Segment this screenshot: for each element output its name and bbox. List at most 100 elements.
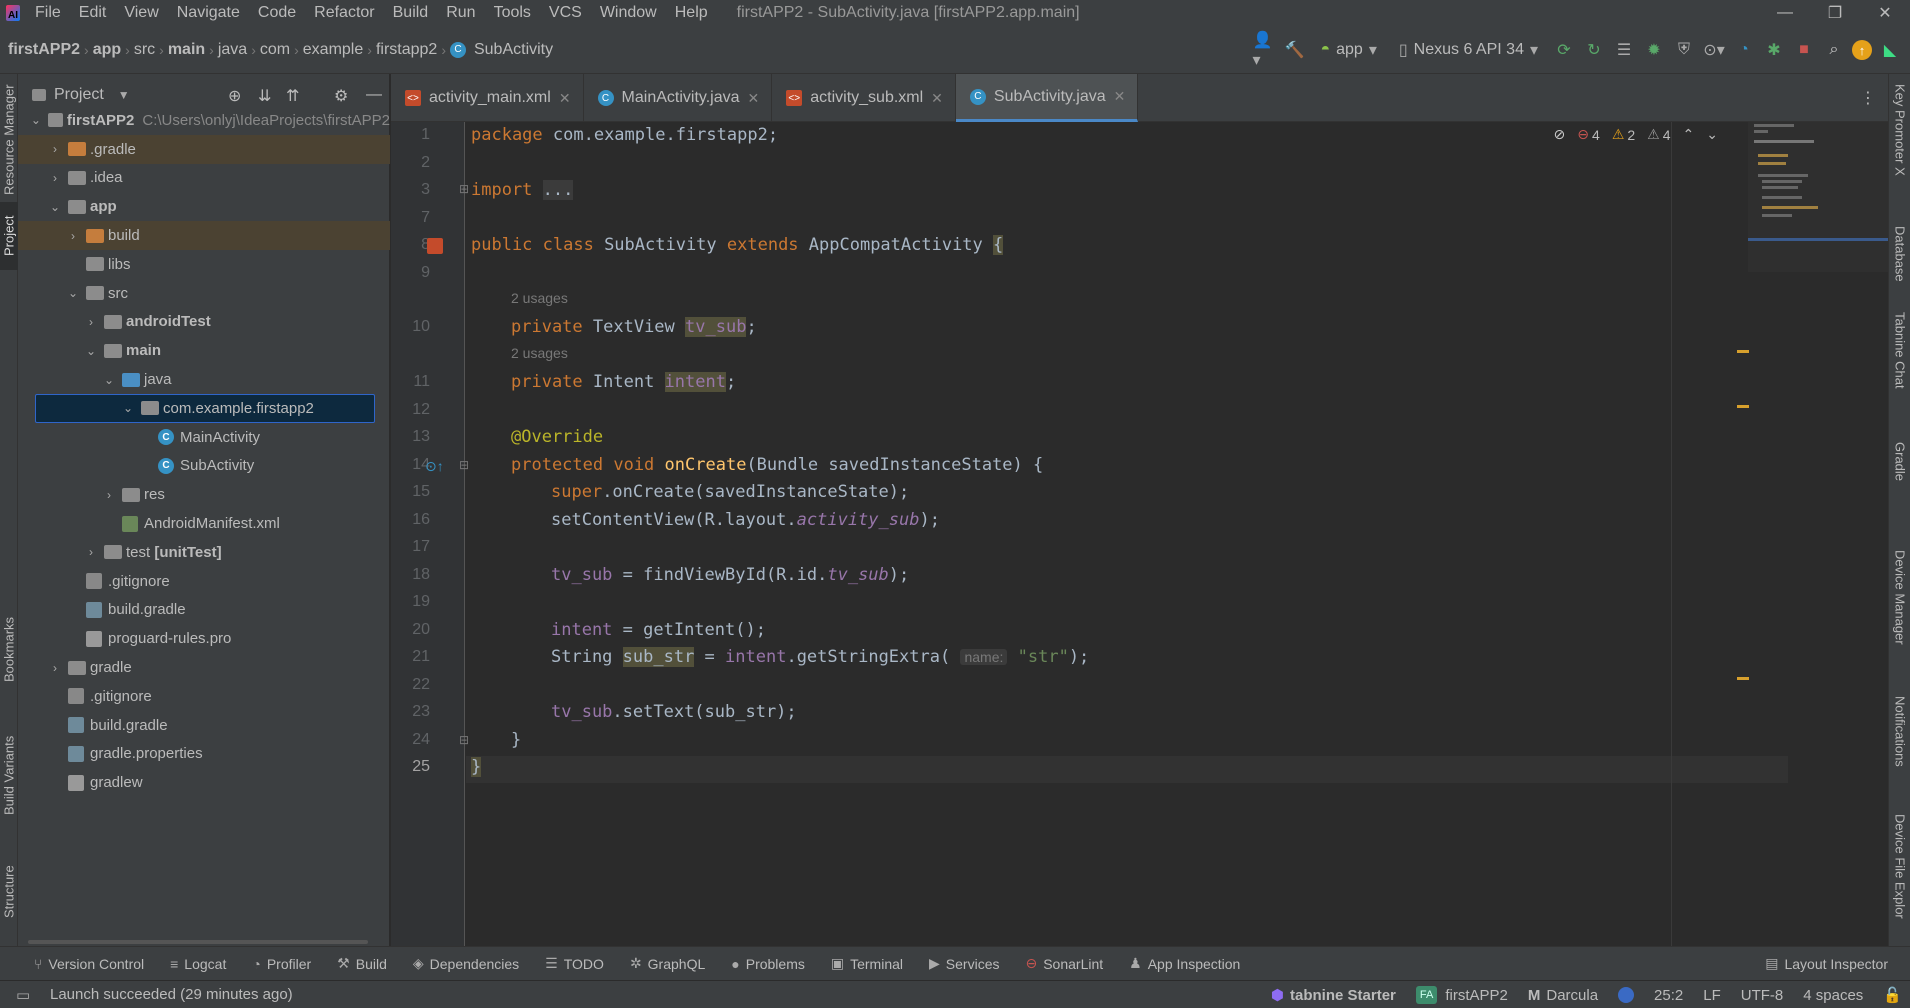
structure-tab[interactable]: Structure — [0, 852, 18, 932]
build-variants-tab[interactable]: Build Variants — [0, 720, 18, 830]
breadcrumb-src[interactable]: src — [130, 41, 159, 59]
device-file-explorer-tab[interactable]: Device File Explor — [1891, 814, 1909, 944]
project-widget[interactable]: FA firstAPP2 — [1415, 986, 1508, 1004]
notifications-tab[interactable]: Notifications — [1891, 696, 1909, 796]
tree-item[interactable]: › res — [18, 480, 390, 509]
menu-window[interactable]: Window — [591, 0, 666, 26]
warning-stripe-mark[interactable] — [1737, 350, 1749, 353]
close-icon[interactable]: ✕ — [931, 90, 943, 107]
tree-item[interactable]: gradle.properties — [18, 740, 390, 769]
tree-item[interactable]: ⌄ com.example.firstapp2 — [35, 394, 375, 423]
toggle-tool-windows-icon[interactable]: ▭ — [16, 986, 30, 1004]
tab-mainactivity-java[interactable]: C MainActivity.java ✕ — [584, 74, 773, 122]
tree-item[interactable]: C MainActivity — [18, 423, 390, 452]
tree-item[interactable]: .gitignore — [18, 682, 390, 711]
key-promoter-tab[interactable]: Key Promoter X — [1891, 84, 1909, 194]
breadcrumb-java[interactable]: java — [214, 41, 251, 59]
tree-item[interactable]: ⌄ app — [18, 192, 390, 221]
line-separator[interactable]: LF — [1703, 987, 1721, 1004]
menu-help[interactable]: Help — [666, 0, 717, 26]
chevron-right-icon[interactable]: › — [66, 229, 80, 243]
tree-item[interactable]: AndroidManifest.xml — [18, 509, 390, 538]
chevron-right-icon[interactable]: › — [102, 488, 116, 502]
tree-item[interactable]: .gitignore — [18, 567, 390, 596]
collapse-all-icon[interactable]: ⇈ — [286, 86, 299, 106]
breadcrumb-com[interactable]: com — [256, 41, 294, 59]
breadcrumb-app[interactable]: app — [89, 41, 125, 59]
tree-item[interactable]: ⌄ firstAPP2 C:\Users\onlyj\IdeaProjects\fi… — [18, 106, 390, 135]
graphql-tool[interactable]: ✲ GraphQL — [630, 955, 705, 972]
close-icon[interactable]: ✕ — [748, 90, 760, 107]
tree-item[interactable]: › .idea — [18, 164, 390, 193]
stop-icon[interactable]: ■ — [1792, 38, 1816, 62]
breadcrumb-subactivity[interactable]: SubActivity — [470, 41, 557, 59]
tree-item[interactable]: ⌄ main — [18, 336, 390, 365]
tabnine-chat-tab[interactable]: Tabnine Chat — [1891, 312, 1909, 422]
tree-item[interactable]: › .gradle — [18, 134, 390, 164]
rerun-icon[interactable]: ⟳ — [1552, 38, 1576, 62]
close-icon[interactable]: ✕ — [559, 90, 571, 107]
tree-item[interactable]: libs — [18, 250, 390, 279]
problems-tool[interactable]: ● Problems — [731, 956, 805, 972]
search-icon[interactable]: ⌕ — [1822, 38, 1846, 62]
fold-icon[interactable]: ⊞ — [459, 182, 469, 196]
version-control-tool[interactable]: ⑂ Version Control — [34, 956, 144, 972]
menu-code[interactable]: Code — [249, 0, 305, 26]
build-tool[interactable]: ⚒ Build — [337, 955, 387, 972]
tree-item[interactable]: C SubActivity — [18, 452, 390, 481]
minimize-button[interactable]: — — [1760, 0, 1810, 26]
apply-code-changes-icon[interactable]: ☰ — [1612, 38, 1636, 62]
chevron-right-icon[interactable]: › — [48, 142, 62, 156]
profiler-tool[interactable]: ◔ Profiler — [252, 956, 311, 972]
code-minimap[interactable] — [1748, 122, 1888, 272]
expand-all-icon[interactable]: ⇊ — [258, 86, 271, 106]
menu-refactor[interactable]: Refactor — [305, 0, 383, 26]
code-editor[interactable]: 1 2 3 7 8 9 10 11 12 13 14 15 16 17 18 1… — [391, 122, 1888, 946]
chevron-up-icon[interactable]: ⌃ — [1683, 126, 1695, 143]
warning-stripe-mark[interactable] — [1737, 405, 1749, 408]
weak-warning-count[interactable]: ⚠ 4 — [1647, 126, 1670, 143]
breadcrumb-main[interactable]: main — [164, 41, 209, 59]
breadcrumb-firstapp2[interactable]: firstapp2 — [372, 41, 441, 59]
gradle-tab[interactable]: Gradle — [1891, 442, 1909, 508]
fold-icon[interactable]: ⊟ — [459, 458, 469, 472]
terminal-tool[interactable]: ▣ Terminal — [831, 955, 903, 972]
more-tabs-icon[interactable]: ⋮ — [1860, 88, 1876, 108]
usages-hint[interactable]: 2 usages — [511, 345, 568, 361]
chevron-down-icon[interactable]: ⌄ — [84, 344, 98, 358]
tree-item[interactable]: gradlew — [18, 768, 390, 797]
bookmarks-tab[interactable]: Bookmarks — [0, 604, 18, 694]
apply-changes-icon[interactable]: ↻ — [1582, 38, 1606, 62]
services-tool[interactable]: ▶ Services — [929, 955, 999, 972]
project-view-selector[interactable]: Project — [54, 86, 104, 104]
tabnine-widget[interactable]: ⬢ tabnine Starter — [1271, 986, 1396, 1005]
tree-item[interactable]: › gradle — [18, 653, 390, 682]
database-tab[interactable]: Database — [1891, 226, 1909, 302]
hammer-icon[interactable]: 🔨 — [1282, 38, 1306, 62]
hide-icon[interactable]: — — [366, 86, 382, 104]
tree-item[interactable]: build.gradle — [18, 596, 390, 625]
fold-icon[interactable]: ⊟ — [459, 733, 469, 747]
debug-icon[interactable]: ✹ — [1642, 38, 1666, 62]
chevron-right-icon[interactable]: › — [84, 315, 98, 329]
tree-item[interactable]: proguard-rules.pro — [18, 624, 390, 653]
chevron-down-icon[interactable]: ⌄ — [30, 113, 42, 127]
device-combo[interactable]: ▯ Nexus 6 API 34 ▾ — [1391, 40, 1546, 60]
app-inspection-tool[interactable]: ♟ App Inspection — [1129, 955, 1240, 972]
menu-file[interactable]: File — [26, 0, 70, 26]
coverage-icon[interactable]: ⛨ — [1672, 38, 1696, 62]
menu-view[interactable]: View — [115, 0, 167, 26]
dependencies-tool[interactable]: ◈ Dependencies — [413, 955, 519, 972]
locate-icon[interactable]: ⊕ — [228, 86, 241, 106]
lock-icon[interactable]: 🔓 — [1883, 986, 1902, 1004]
tree-item[interactable]: build.gradle — [18, 711, 390, 740]
warning-stripe-mark[interactable] — [1737, 677, 1749, 680]
run-config-combo[interactable]: ◓ app ▾ — [1312, 40, 1384, 60]
layout-inspector-tool[interactable]: ▤ Layout Inspector — [1765, 955, 1888, 972]
tree-item[interactable]: ⌄ src — [18, 279, 390, 308]
user-icon[interactable]: 👤▾ — [1252, 32, 1276, 69]
file-encoding[interactable]: UTF-8 — [1741, 987, 1784, 1004]
chevron-right-icon[interactable]: › — [48, 661, 62, 675]
tab-activity-main-xml[interactable]: <> activity_main.xml ✕ — [391, 74, 584, 122]
tree-item[interactable]: › androidTest — [18, 308, 390, 337]
